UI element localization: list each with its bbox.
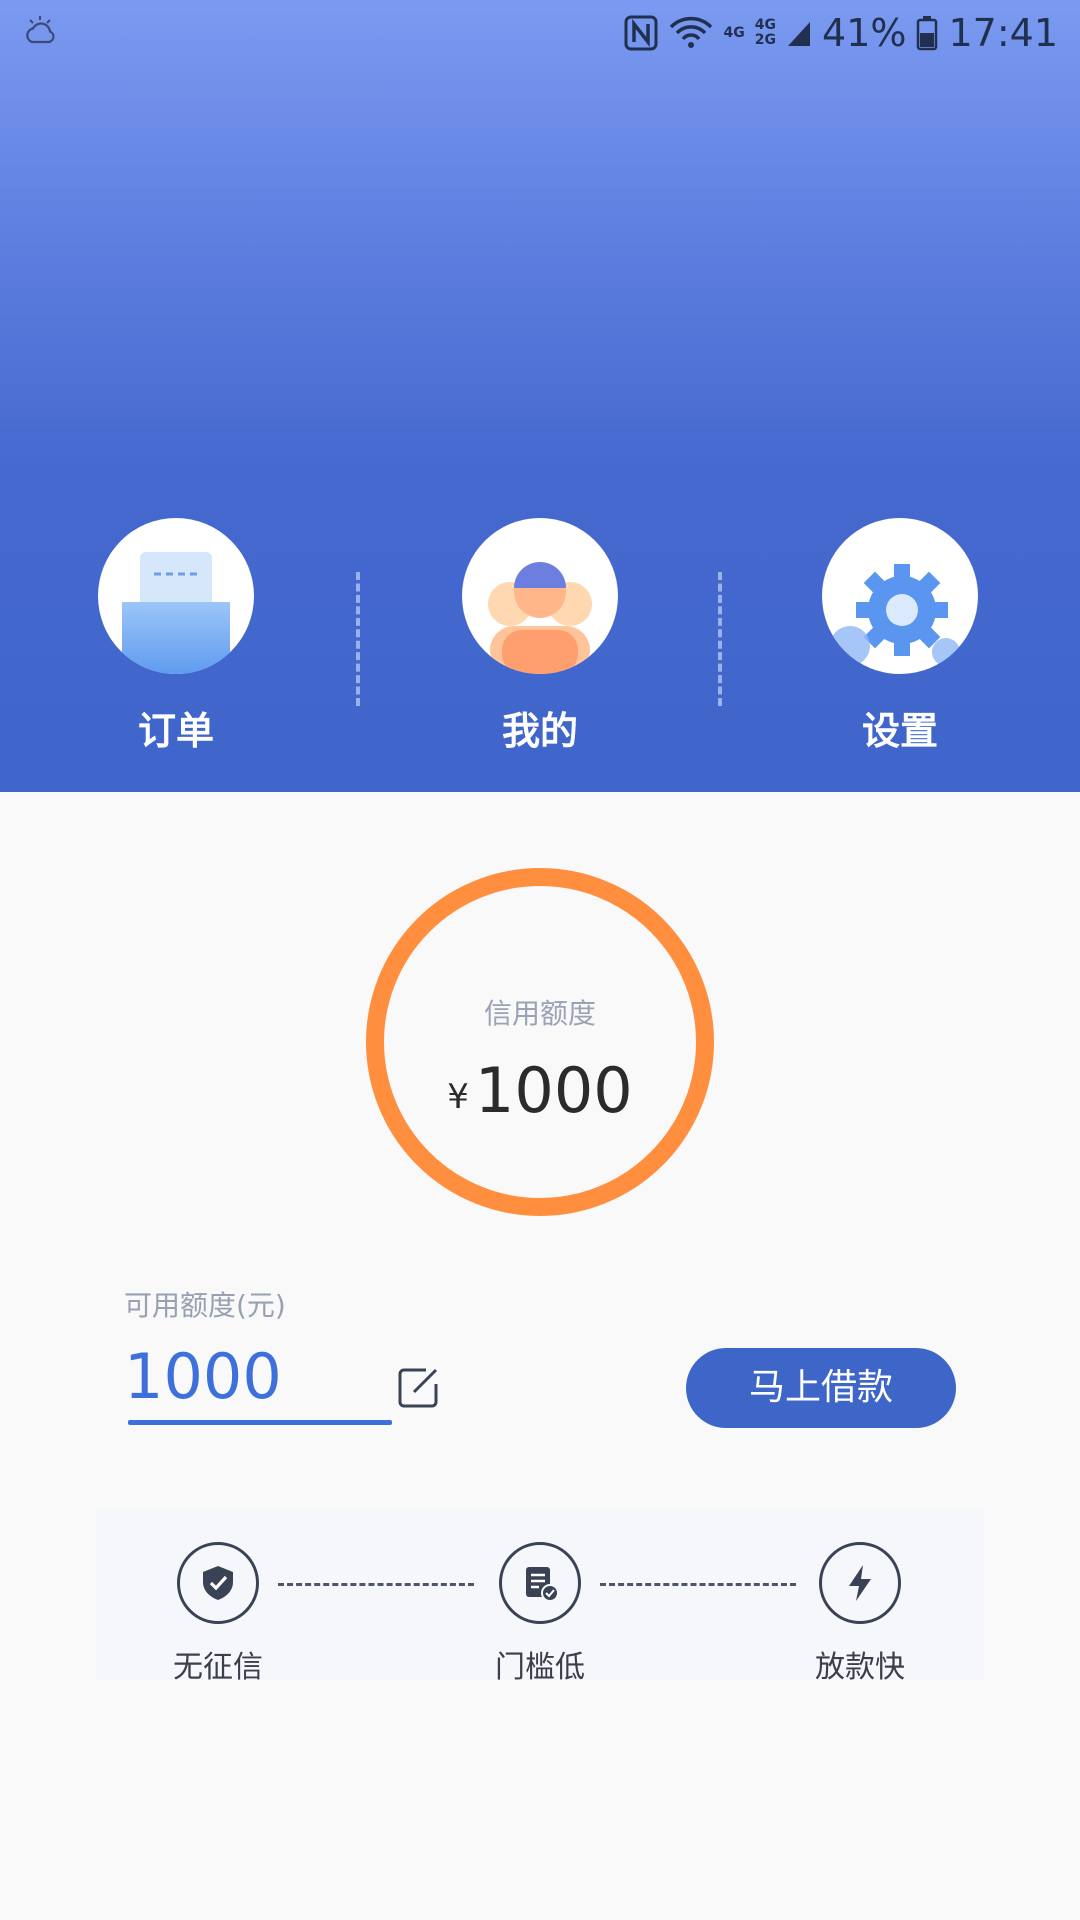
credit-amount-value: 1000 (474, 1054, 633, 1127)
nav-settings-label: 设置 (861, 709, 938, 753)
nav-profile[interactable]: 我的 (460, 518, 620, 755)
credit-amount: ¥1000 (384, 1054, 696, 1127)
feature-connector (278, 1583, 474, 1586)
nav-divider (718, 572, 722, 706)
order-icon (98, 518, 254, 674)
status-bar: 4G 4G 2G 41% 17:41 (0, 0, 1080, 66)
credit-ring: 信用额度 ¥1000 (366, 868, 714, 1216)
feature-fast-payout: 放款快 (800, 1542, 920, 1686)
available-amount-input[interactable]: 1000 (124, 1340, 282, 1413)
currency-symbol: ¥ (447, 1077, 469, 1117)
settings-gear-icon (822, 518, 978, 674)
profile-icon (462, 518, 618, 674)
available-label: 可用额度(元) (124, 1289, 286, 1322)
feature-no-credit-check: 无征信 (158, 1542, 278, 1686)
wifi-icon (669, 16, 712, 48)
network-type-2: 4G 2G (754, 17, 777, 48)
feature-connector (600, 1583, 796, 1586)
features-panel: 无征信 门槛低 放款快 (96, 1510, 984, 1685)
nav-order-label: 订单 (137, 709, 214, 753)
lightning-icon (819, 1542, 901, 1624)
battery-percent: 41% (822, 11, 907, 55)
battery-icon (917, 16, 938, 51)
shield-check-icon (177, 1542, 259, 1624)
nav-order[interactable]: 订单 (96, 518, 256, 755)
nav-profile-label: 我的 (501, 709, 578, 753)
feature-low-threshold: 门槛低 (480, 1542, 600, 1686)
nav-settings[interactable]: 设置 (820, 518, 980, 755)
nav-divider (356, 572, 360, 706)
cloud-icon (26, 16, 55, 44)
borrow-now-button[interactable]: 马上借款 (686, 1348, 956, 1428)
edit-icon[interactable] (396, 1366, 440, 1410)
credit-label: 信用额度 (483, 997, 596, 1030)
network-type-1: 4G (723, 24, 745, 41)
nfc-icon (624, 15, 658, 51)
signal-icon (788, 22, 811, 46)
available-underline (128, 1420, 392, 1425)
clock: 17:41 (948, 11, 1058, 55)
document-check-icon (499, 1542, 581, 1624)
